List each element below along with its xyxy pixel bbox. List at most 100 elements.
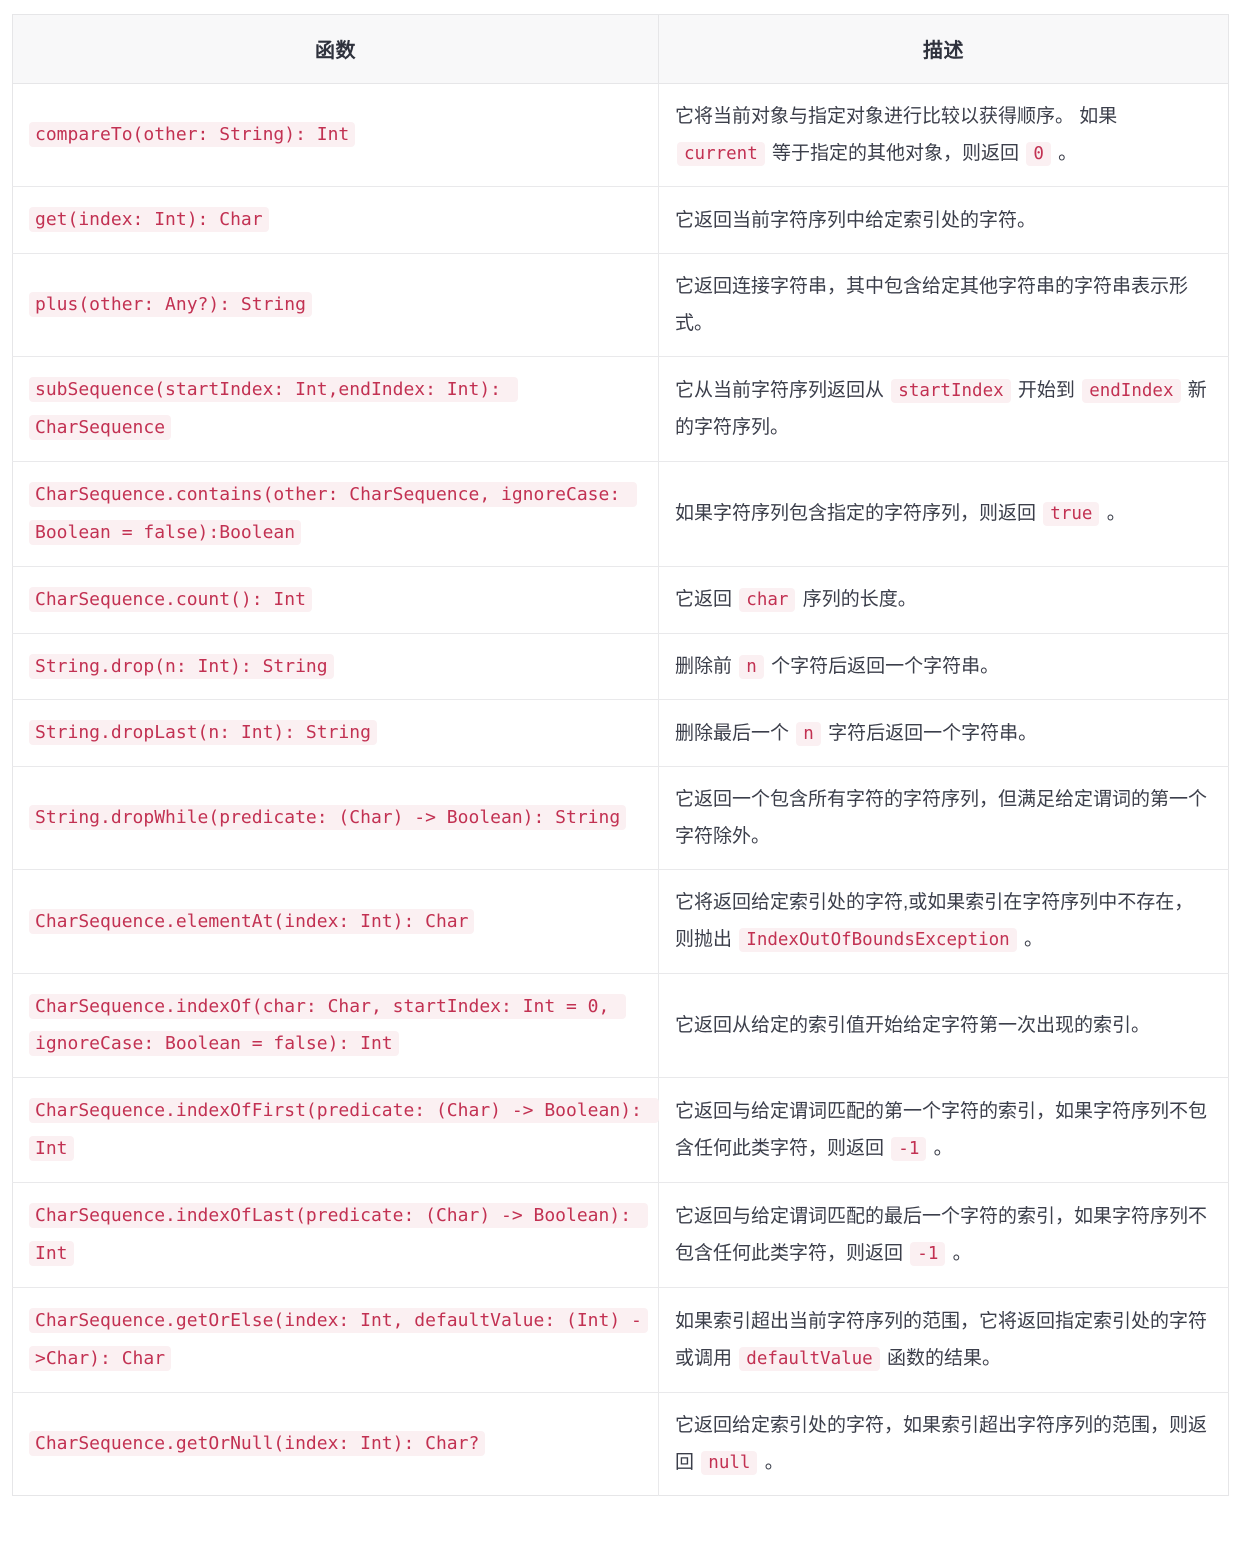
function-signature-code: String.dropLast(n: Int): String	[29, 720, 377, 746]
description-text: 删除最后一个	[675, 722, 795, 744]
table-header: 函数 描述	[12, 14, 1229, 84]
function-description-cell: 它返回一个包含所有字符的字符序列，但满足给定谓词的第一个字符除外。	[658, 766, 1229, 871]
description-text: 。	[759, 1451, 784, 1473]
function-signature-code: CharSequence.elementAt(index: Int): Char	[29, 908, 475, 934]
description-text: 等于指定的其他对象，则返回	[766, 143, 1025, 165]
description-text: 它返回当前字符序列中给定索引处的字符。	[675, 209, 1037, 231]
table-row: subSequence(startIndex: Int,endIndex: In…	[12, 356, 1229, 462]
description-text: 个字符后返回一个字符串。	[765, 655, 1000, 677]
inline-code: startIndex	[891, 378, 1011, 403]
function-description-cell: 如果字符序列包含指定的字符序列，则返回 true 。	[658, 461, 1229, 567]
table-row: CharSequence.getOrNull(index: Int): Char…	[12, 1392, 1229, 1496]
function-description-cell: 它返回 char 序列的长度。	[658, 566, 1229, 634]
function-signature-cell: String.drop(n: Int): String	[12, 633, 659, 701]
function-signature-code: subSequence(startIndex: Int,endIndex: In…	[29, 377, 518, 440]
function-signature-cell: get(index: Int): Char	[12, 186, 659, 254]
function-signature-cell: plus(other: Any?): String	[12, 253, 659, 358]
table-row: plus(other: Any?): String 它返回连接字符串，其中包含给定…	[12, 253, 1229, 358]
function-signature-cell: CharSequence.indexOfFirst(predicate: (Ch…	[12, 1077, 659, 1184]
table-row: CharSequence.getOrElse(index: Int, defau…	[12, 1287, 1229, 1393]
function-description-cell: 删除最后一个 n 字符后返回一个字符串。	[658, 699, 1229, 768]
function-description-cell: 它返回与给定谓词匹配的第一个字符的索引，如果字符序列不包含任何此类字符，则返回 …	[658, 1077, 1229, 1184]
column-header-function: 函数	[12, 14, 659, 84]
inline-code: null	[701, 1450, 758, 1475]
function-signature-code: CharSequence.indexOf(char: Char, startIn…	[29, 993, 627, 1057]
function-signature-cell: CharSequence.indexOf(char: Char, startIn…	[12, 973, 659, 1079]
description-text: 函数的结果。	[881, 1347, 1001, 1369]
description-text: 。	[1052, 143, 1078, 165]
function-signature-code: CharSequence.indexOfFirst(predicate: (Ch…	[29, 1098, 659, 1162]
function-description-cell: 它返回连接字符串，其中包含给定其他字符串的字符串表示形式。	[658, 253, 1229, 358]
column-header-description: 描述	[658, 14, 1229, 84]
description-text: 它返回从给定的索引值开始给定字符第一次出现的索引。	[675, 1014, 1151, 1036]
description-text: 。	[1018, 929, 1043, 951]
function-description-cell: 它返回给定索引处的字符，如果索引超出字符序列的范围，则返回 null 。	[659, 1392, 1229, 1495]
description-text: 它返回一个包含所有字符的字符序列，但满足给定谓词的第一个字符除外。	[675, 789, 1208, 848]
inline-code: defaultValue	[739, 1346, 880, 1371]
function-signature-cell: CharSequence.indexOfLast(predicate: (Cha…	[12, 1182, 659, 1288]
function-description-cell: 它将返回给定索引处的字符,或如果索引在字符序列中不存在，则抛出 IndexOut…	[658, 869, 1229, 974]
function-description-cell: 如果索引超出当前字符序列的范围，它将返回指定索引处的字符或调用 defaultV…	[658, 1287, 1229, 1393]
description-text: 它返回连接字符串，其中包含给定其他字符串的字符串表示形式。	[675, 275, 1189, 335]
table-row: compareTo(other: String): Int 它将当前对象与指定对象…	[12, 83, 1229, 188]
description-text: 。	[928, 1138, 953, 1160]
table-row: String.dropWhile(predicate: (Char) -> Bo…	[12, 766, 1229, 871]
description-text: 它将当前对象与指定对象进行比较以获得顺序。 如果	[675, 106, 1118, 127]
table-header-row: 函数 描述	[12, 14, 1229, 84]
description-text: 删除前	[675, 655, 738, 677]
function-signature-code: CharSequence.contains(other: CharSequenc…	[29, 481, 638, 545]
table-row: CharSequence.indexOfLast(predicate: (Cha…	[12, 1182, 1229, 1288]
inline-code: true	[1043, 502, 1100, 527]
description-text: 字符后返回一个字符串。	[822, 722, 1038, 744]
inline-code: IndexOutOfBoundsException	[739, 928, 1017, 953]
function-signature-code: String.drop(n: Int): String	[29, 653, 334, 679]
inline-code: n	[796, 721, 821, 746]
description-text: 。	[947, 1242, 972, 1264]
table-body: compareTo(other: String): Int 它将当前对象与指定对象…	[12, 83, 1229, 1496]
function-table-container: 函数 描述 compareTo(other: String): Int 它将当前对…	[0, 0, 1240, 1515]
function-signature-cell: CharSequence.getOrNull(index: Int): Char…	[12, 1392, 659, 1496]
table-row: String.dropLast(n: Int): String 删除最后一个 n …	[12, 699, 1229, 768]
function-signature-cell: String.dropWhile(predicate: (Char) -> Bo…	[12, 766, 659, 871]
function-signature-cell: subSequence(startIndex: Int,endIndex: In…	[12, 356, 659, 462]
function-signature-code: CharSequence.count(): Int	[29, 586, 312, 612]
function-description-cell: 删除前 n 个字符后返回一个字符串。	[658, 633, 1229, 701]
inline-code: -1	[891, 1137, 927, 1162]
function-description-cell: 它将当前对象与指定对象进行比较以获得顺序。 如果 current 等于指定的其他…	[658, 83, 1229, 188]
inline-code: char	[739, 588, 796, 613]
inline-code: -1	[910, 1241, 946, 1266]
table-row: CharSequence.indexOf(char: Char, startIn…	[12, 973, 1229, 1079]
table-row: CharSequence.contains(other: CharSequenc…	[12, 461, 1229, 567]
function-description-cell: 它返回与给定谓词匹配的最后一个字符的索引，如果字符序列不包含任何此类字符，则返回…	[658, 1182, 1229, 1288]
kotlin-string-function-table: 函数 描述 compareTo(other: String): Int 它将当前对…	[12, 14, 1229, 1496]
description-text: 它从当前字符序列返回从	[675, 379, 890, 401]
description-text: 。	[1101, 503, 1126, 525]
table-row: get(index: Int): Char 它返回当前字符序列中给定索引处的字符。	[12, 186, 1229, 254]
function-signature-code: CharSequence.getOrNull(index: Int): Char…	[29, 1430, 486, 1456]
table-row: CharSequence.count(): Int 它返回 char 序列的长度。	[12, 566, 1229, 634]
description-text: 序列的长度。	[797, 589, 917, 611]
table-row: CharSequence.elementAt(index: Int): Char…	[12, 869, 1229, 974]
function-description-cell: 它返回从给定的索引值开始给定字符第一次出现的索引。	[658, 973, 1229, 1079]
table-row: CharSequence.indexOfFirst(predicate: (Ch…	[12, 1077, 1229, 1184]
function-description-cell: 它从当前字符序列返回从 startIndex 开始到 endIndex 新的字符…	[658, 356, 1229, 462]
description-text: 它返回	[675, 589, 738, 611]
function-signature-cell: compareTo(other: String): Int	[12, 83, 659, 188]
function-signature-code: CharSequence.getOrElse(index: Int, defau…	[29, 1307, 648, 1371]
function-signature-code: plus(other: Any?): String	[29, 292, 312, 318]
inline-code: 0	[1026, 142, 1051, 167]
function-description-cell: 它返回当前字符序列中给定索引处的字符。	[658, 186, 1229, 254]
function-signature-code: compareTo(other: String): Int	[29, 122, 356, 148]
function-signature-code: String.dropWhile(predicate: (Char) -> Bo…	[29, 805, 627, 831]
function-signature-cell: CharSequence.contains(other: CharSequenc…	[12, 461, 659, 567]
function-signature-cell: String.dropLast(n: Int): String	[12, 699, 659, 768]
table-row: String.drop(n: Int): String 删除前 n 个字符后返回一…	[12, 633, 1229, 701]
function-signature-cell: CharSequence.getOrElse(index: Int, defau…	[12, 1287, 659, 1393]
inline-code: n	[739, 654, 764, 679]
function-signature-code: get(index: Int): Char	[29, 207, 269, 233]
description-text: 开始到	[1012, 379, 1081, 401]
function-signature-cell: CharSequence.elementAt(index: Int): Char	[12, 869, 659, 974]
inline-code: current	[677, 142, 765, 167]
function-signature-cell: CharSequence.count(): Int	[12, 566, 659, 634]
function-signature-code: CharSequence.indexOfLast(predicate: (Cha…	[29, 1203, 648, 1266]
